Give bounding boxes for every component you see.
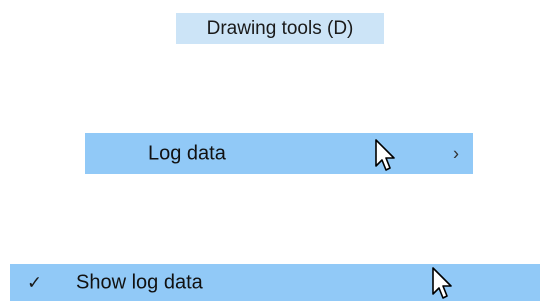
pointer-cursor-icon <box>431 266 457 301</box>
menu-item-label: Show log data <box>76 271 203 293</box>
menu-item-label: Log data <box>148 142 226 164</box>
chevron-right-icon: › <box>453 143 459 163</box>
screenshot-stage: Drawing tools (D) Log data › ✓ Show log … <box>0 0 540 301</box>
tooltip-text: Drawing tools (D) <box>206 17 354 39</box>
pointer-cursor-icon <box>374 138 400 174</box>
menu-item-show-log-data[interactable]: ✓ Show log data <box>10 264 540 301</box>
drawing-tools-tooltip: Drawing tools (D) <box>176 13 384 44</box>
menu-item-log-data[interactable]: Log data › <box>85 133 473 174</box>
checkmark-icon: ✓ <box>27 272 43 292</box>
